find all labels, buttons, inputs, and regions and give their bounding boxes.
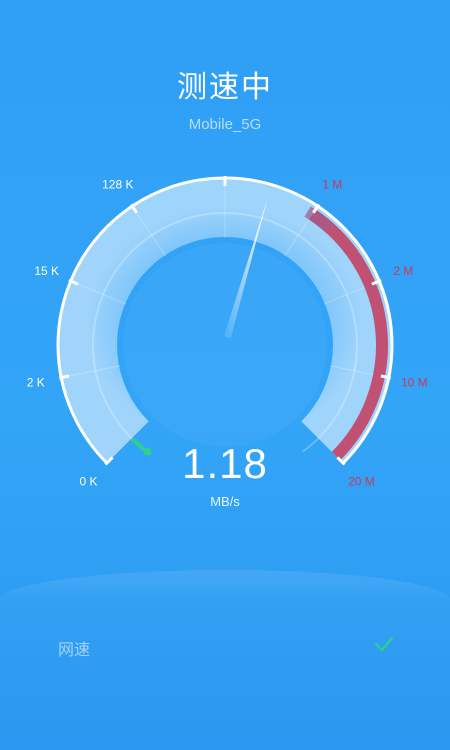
speed-unit: MB/s <box>210 494 240 509</box>
gauge-tick <box>380 374 392 380</box>
gauge-tick-label: 15 K <box>34 264 59 278</box>
gauge-tick-label: 10 M <box>401 376 428 390</box>
gauge-tick-label: 128 K <box>102 178 133 192</box>
network-speed-label: 网速 <box>58 640 91 659</box>
gauge-tick-label: 1 M <box>322 178 342 192</box>
network-name: Mobile_5G <box>188 116 262 133</box>
gauge-core <box>123 243 327 447</box>
gauge-tick <box>58 374 70 380</box>
page-title: 测速中 <box>177 70 273 105</box>
check-icon <box>374 636 394 652</box>
gauge-tick-label: 2 M <box>393 264 413 278</box>
speed-value: 1.18 <box>182 440 268 487</box>
gauge-tick-label: 2 K <box>27 376 45 390</box>
bottom-panel <box>0 570 450 750</box>
